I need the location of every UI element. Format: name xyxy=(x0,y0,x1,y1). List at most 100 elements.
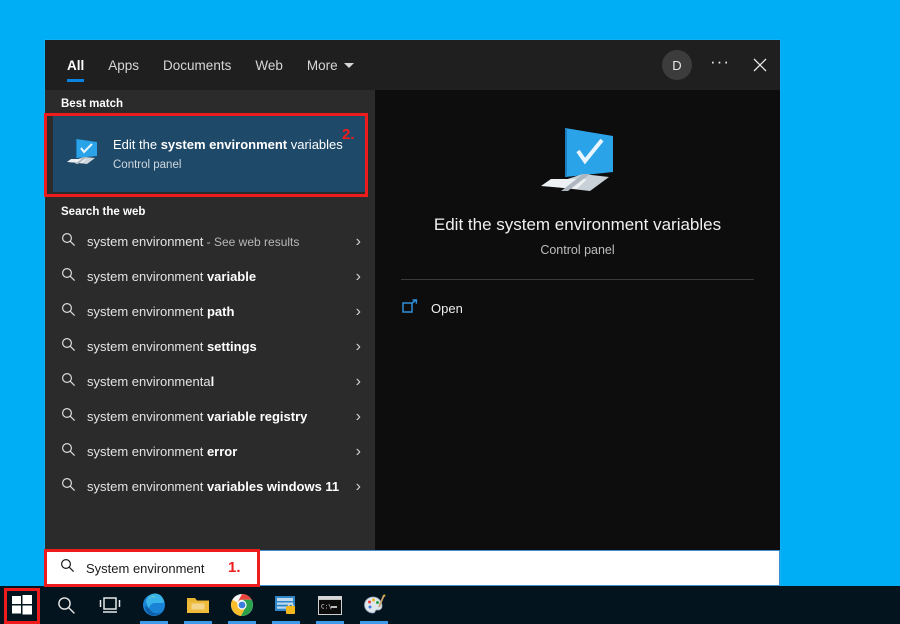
control-panel-button[interactable] xyxy=(264,586,308,624)
suggestion-bold: variables windows 11 xyxy=(207,479,339,494)
chevron-right-icon: › xyxy=(343,303,361,321)
open-action-button[interactable]: Open xyxy=(401,288,754,328)
tab-all[interactable]: All xyxy=(55,40,96,90)
best-match-text: Edit the system environment variables Co… xyxy=(113,137,355,171)
tab-apps-label: Apps xyxy=(108,58,139,73)
search-body: Best match Edit the system environment v… xyxy=(45,90,780,586)
web-suggestion-row[interactable]: system environment variables windows 11 … xyxy=(45,469,375,504)
tab-more[interactable]: More xyxy=(295,40,366,90)
taskbar: C:\ xyxy=(0,586,900,624)
file-explorer-button[interactable] xyxy=(176,586,220,624)
web-suggestion-label: system environmental xyxy=(87,368,343,396)
paint-button[interactable] xyxy=(352,586,396,624)
suggestion-bold: variable xyxy=(207,269,256,284)
web-suggestion-label: system environment - See web results xyxy=(87,228,343,256)
suggestion-normal: system environment xyxy=(87,304,207,319)
system-properties-icon xyxy=(65,137,99,172)
suggestion-dim: - See web results xyxy=(203,235,299,249)
suggestion-bold: path xyxy=(207,304,234,319)
results-pane: Best match Edit the system environment v… xyxy=(45,90,375,586)
search-the-web-header: Search the web xyxy=(45,192,375,224)
paint-icon xyxy=(362,593,386,617)
tab-web-label: Web xyxy=(255,58,283,73)
open-external-icon xyxy=(401,299,431,317)
ellipsis-icon: ··· xyxy=(710,52,730,72)
tab-apps[interactable]: Apps xyxy=(96,40,151,90)
search-icon xyxy=(61,372,87,392)
tab-documents[interactable]: Documents xyxy=(151,40,243,90)
chevron-down-icon xyxy=(344,63,354,68)
suggestion-bold: variable registry xyxy=(207,409,307,424)
chevron-right-icon: › xyxy=(343,408,361,426)
search-icon xyxy=(57,596,76,615)
web-suggestion-row[interactable]: system environment error › xyxy=(45,434,375,469)
terminal-icon: C:\ xyxy=(318,596,342,615)
account-avatar[interactable]: D xyxy=(662,50,692,80)
preview-icon xyxy=(401,124,754,198)
open-action-label: Open xyxy=(431,301,463,316)
web-suggestion-row[interactable]: system environment variable registry › xyxy=(45,399,375,434)
suggestion-bold: settings xyxy=(207,339,257,354)
web-suggestion-label: system environment variable registry xyxy=(87,403,343,431)
edge-button[interactable] xyxy=(132,586,176,624)
start-button[interactable] xyxy=(0,586,44,624)
web-suggestion-label: system environment path xyxy=(87,298,343,326)
chevron-right-icon: › xyxy=(343,373,361,391)
chevron-right-icon: › xyxy=(343,443,361,461)
search-icon xyxy=(61,302,87,322)
suggestion-normal: system environment xyxy=(87,409,207,424)
suggestion-normal: system environment xyxy=(87,479,207,494)
annotation-step-1: 1. xyxy=(228,559,241,576)
chrome-button[interactable] xyxy=(220,586,264,624)
chevron-right-icon: › xyxy=(343,233,361,251)
close-button[interactable] xyxy=(740,44,780,86)
suggestion-normal: system environment xyxy=(87,444,207,459)
preview-divider xyxy=(401,279,754,280)
security-app-icon xyxy=(274,594,298,616)
search-input-value: System environment xyxy=(86,561,205,576)
preview-title: Edit the system environment variables xyxy=(401,214,754,236)
web-suggestion-row[interactable]: system environment - See web results › xyxy=(45,224,375,259)
folder-icon xyxy=(186,595,210,615)
best-match-subtitle: Control panel xyxy=(113,159,355,171)
edge-icon xyxy=(142,593,166,617)
best-match-header: Best match xyxy=(45,90,375,116)
web-suggestion-row[interactable]: system environment variable › xyxy=(45,259,375,294)
web-suggestion-label: system environment settings xyxy=(87,333,343,361)
chevron-right-icon: › xyxy=(343,478,361,496)
best-match-title-prefix: Edit the xyxy=(113,137,161,152)
search-header: All Apps Documents Web More D ··· xyxy=(45,40,780,90)
more-options-button[interactable]: ··· xyxy=(700,44,740,86)
search-icon xyxy=(61,407,87,427)
tab-web[interactable]: Web xyxy=(243,40,295,90)
search-icon xyxy=(60,558,86,578)
task-view-button[interactable] xyxy=(88,586,132,624)
search-button[interactable] xyxy=(44,586,88,624)
windows-logo-icon xyxy=(12,595,32,615)
web-suggestion-row[interactable]: system environmental › xyxy=(45,364,375,399)
web-suggestion-row[interactable]: system environment path › xyxy=(45,294,375,329)
search-icon xyxy=(61,477,87,497)
tab-more-label: More xyxy=(307,58,338,73)
suggestion-bold: l xyxy=(211,374,215,389)
command-prompt-button[interactable]: C:\ xyxy=(308,586,352,624)
search-icon xyxy=(61,232,87,252)
search-icon xyxy=(61,337,87,357)
search-input[interactable]: System environment xyxy=(45,550,780,586)
best-match-title: Edit the system environment variables xyxy=(113,137,355,153)
svg-text:C:\: C:\ xyxy=(321,603,332,610)
suggestion-bold: error xyxy=(207,444,237,459)
tab-all-label: All xyxy=(67,58,84,73)
close-icon xyxy=(753,58,767,72)
annotation-step-2: 2. xyxy=(342,126,355,143)
search-icon xyxy=(61,442,87,462)
search-icon xyxy=(61,267,87,287)
suggestion-normal: system environmenta xyxy=(87,374,211,389)
web-suggestion-row[interactable]: system environment settings › xyxy=(45,329,375,364)
preview-pane: Edit the system environment variables Co… xyxy=(375,90,780,586)
chevron-right-icon: › xyxy=(343,338,361,356)
web-suggestion-label: system environment error xyxy=(87,438,343,466)
best-match-result[interactable]: Edit the system environment variables Co… xyxy=(53,116,367,192)
windows-search-flyout: All Apps Documents Web More D ··· xyxy=(45,40,780,586)
preview-subtitle: Control panel xyxy=(401,243,754,257)
